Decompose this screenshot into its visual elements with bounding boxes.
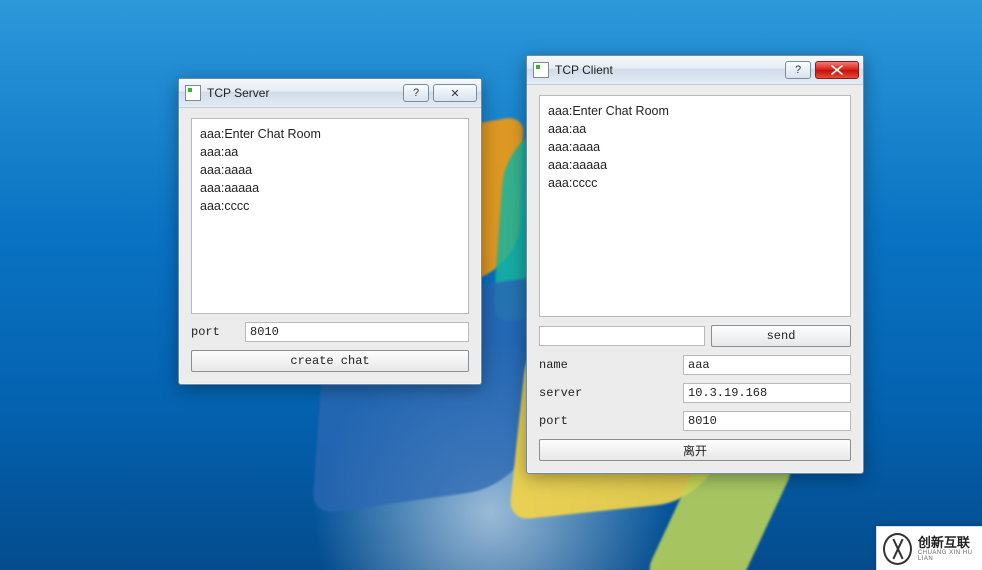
send-button[interactable]: send (711, 325, 851, 347)
create-chat-button[interactable]: create chat (191, 350, 469, 372)
chat-log[interactable]: aaa:Enter Chat Room aaa:aa aaa:aaaa aaa:… (191, 118, 469, 314)
window-title: TCP Server (207, 86, 399, 100)
chat-line: aaa:aa (548, 120, 842, 138)
help-button[interactable]: ? (785, 61, 811, 79)
port-label: port (539, 414, 609, 428)
chat-log[interactable]: aaa:Enter Chat Room aaa:aa aaa:aaaa aaa:… (539, 95, 851, 317)
titlebar[interactable]: TCP Server ? ✕ (179, 79, 481, 108)
leave-button[interactable]: 离开 (539, 439, 851, 461)
chat-line: aaa:aaaaa (200, 179, 460, 197)
app-icon (185, 85, 201, 101)
watermark: 创新互联 CHUANG XIN HU LIAN (876, 526, 982, 570)
port-input[interactable] (683, 411, 851, 431)
desktop: TCP Server ? ✕ aaa:Enter Chat Room aaa:a… (0, 0, 982, 570)
close-button[interactable] (815, 61, 859, 79)
titlebar[interactable]: TCP Client ? (527, 56, 863, 85)
tcp-client-window: TCP Client ? aaa:Enter Chat Room aaa:aa … (526, 55, 864, 474)
chat-line: aaa:Enter Chat Room (548, 102, 842, 120)
chat-line: aaa:cccc (200, 197, 460, 215)
server-input[interactable] (683, 383, 851, 403)
name-input[interactable] (683, 355, 851, 375)
watermark-logo-icon (883, 533, 912, 565)
message-input[interactable] (539, 326, 705, 346)
chat-line: aaa:aaaa (548, 138, 842, 156)
chat-line: aaa:aaaa (200, 161, 460, 179)
app-icon (533, 62, 549, 78)
port-input[interactable] (245, 322, 469, 342)
port-label: port (191, 325, 239, 339)
server-label: server (539, 386, 609, 400)
tcp-server-window: TCP Server ? ✕ aaa:Enter Chat Room aaa:a… (178, 78, 482, 385)
close-button[interactable]: ✕ (433, 84, 477, 102)
window-title: TCP Client (555, 63, 781, 77)
watermark-cn: 创新互联 (918, 536, 982, 550)
help-button[interactable]: ? (403, 84, 429, 102)
chat-line: aaa:Enter Chat Room (200, 125, 460, 143)
chat-line: aaa:aa (200, 143, 460, 161)
watermark-en: CHUANG XIN HU LIAN (918, 550, 982, 562)
chat-line: aaa:cccc (548, 174, 842, 192)
name-label: name (539, 358, 609, 372)
chat-line: aaa:aaaaa (548, 156, 842, 174)
